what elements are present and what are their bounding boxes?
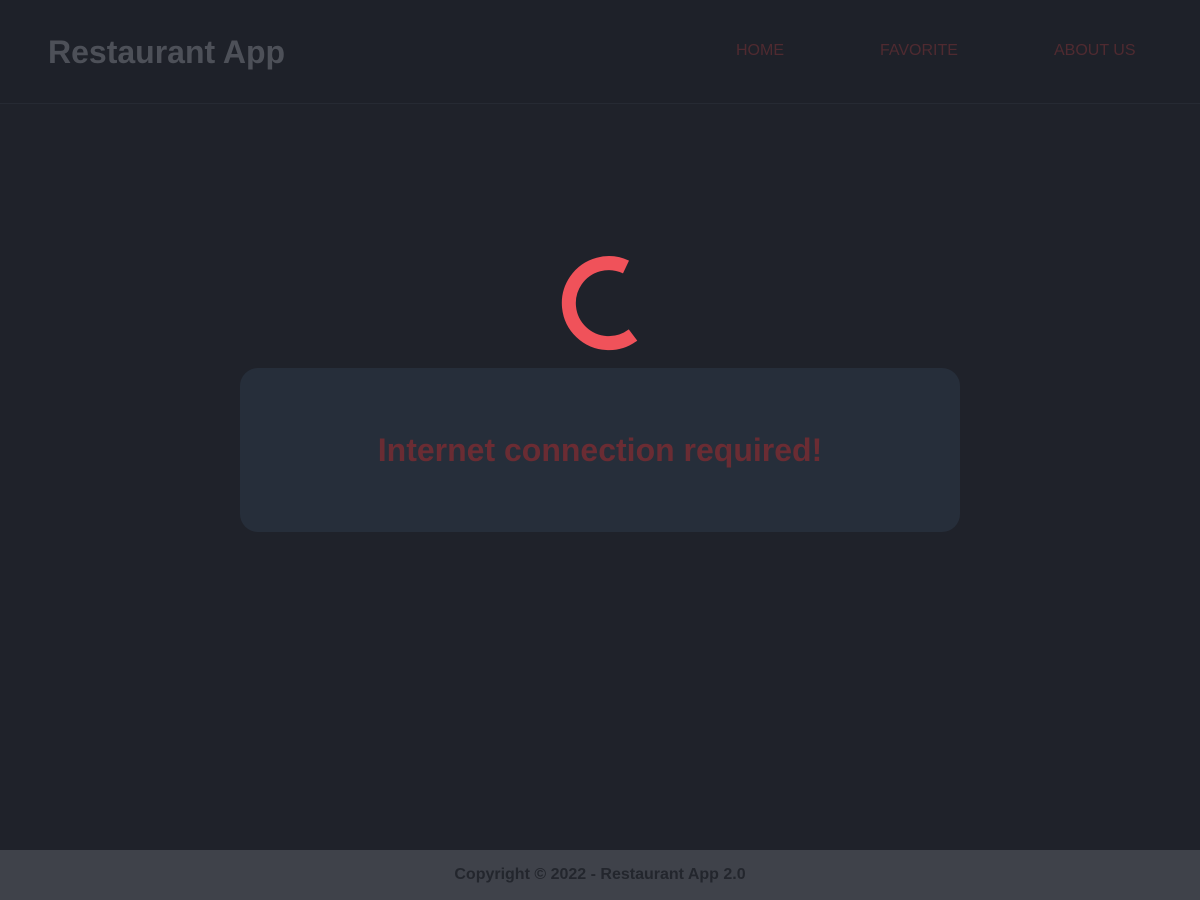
app-footer: Copyright © 2022 - Restaurant App 2.0 — [0, 850, 1200, 900]
app-header: Restaurant App HOME FAVORITE ABOUT US — [0, 0, 1200, 104]
nav-link-home[interactable]: HOME — [736, 41, 784, 61]
brand-title[interactable]: Restaurant App — [48, 32, 285, 72]
offline-message: Internet connection required! — [377, 432, 823, 468]
nav-link-about-us[interactable]: ABOUT US — [1054, 41, 1136, 61]
offline-message-card: Internet connection required! — [240, 368, 960, 532]
spinner-icon — [561, 256, 638, 351]
nav-link-favorite[interactable]: FAVORITE — [880, 41, 958, 61]
main-content: Internet connection required! — [0, 104, 1200, 850]
copyright-text: Copyright © 2022 - Restaurant App 2.0 — [454, 866, 746, 883]
page: Restaurant App HOME FAVORITE ABOUT US In… — [0, 0, 1200, 900]
